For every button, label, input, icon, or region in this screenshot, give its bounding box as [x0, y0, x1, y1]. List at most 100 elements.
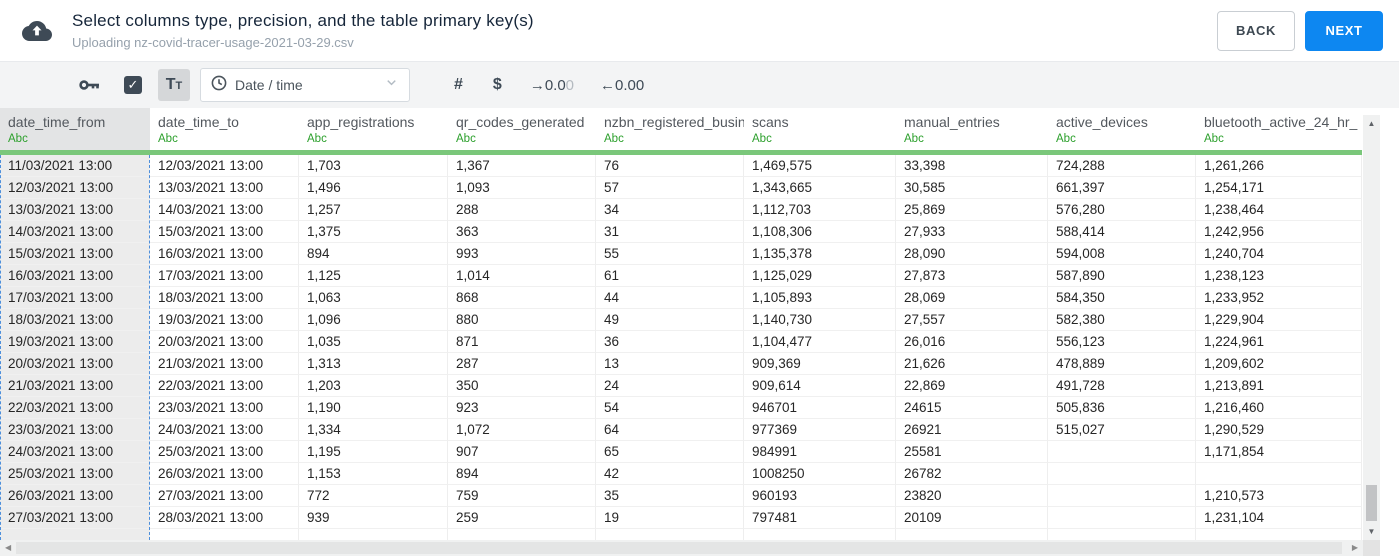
table-cell[interactable]: 1,290,529 [1196, 419, 1362, 441]
table-cell[interactable]: 880 [448, 309, 596, 331]
table-cell[interactable]: 21,626 [896, 353, 1048, 375]
table-cell[interactable]: 36 [596, 331, 744, 353]
table-cell[interactable]: 1,125,029 [744, 265, 896, 287]
table-cell[interactable]: 1,334 [299, 419, 448, 441]
table-cell[interactable]: 1,496 [299, 177, 448, 199]
table-cell[interactable]: 1,224,961 [1196, 331, 1362, 353]
table-cell[interactable] [1048, 441, 1196, 463]
table-cell[interactable]: 24 [596, 375, 744, 397]
table-cell[interactable]: 350 [448, 375, 596, 397]
table-cell[interactable]: 15/03/2021 13:00 [150, 221, 299, 243]
table-cell[interactable]: 491,728 [1048, 375, 1196, 397]
table-cell[interactable]: 772 [299, 485, 448, 507]
table-cell[interactable]: 1,035 [299, 331, 448, 353]
table-cell[interactable] [1196, 463, 1362, 485]
table-cell[interactable]: 1,257 [299, 199, 448, 221]
table-cell[interactable]: 576,280 [1048, 199, 1196, 221]
table-cell[interactable]: 25581 [896, 441, 1048, 463]
table-cell[interactable]: 868 [448, 287, 596, 309]
table-cell[interactable]: 1,108,306 [744, 221, 896, 243]
table-cell[interactable] [0, 529, 150, 540]
table-cell[interactable]: 21/03/2021 13:00 [150, 353, 299, 375]
table-cell[interactable] [1196, 529, 1362, 540]
table-cell[interactable]: 1,096 [299, 309, 448, 331]
table-cell[interactable]: 17/03/2021 13:00 [0, 287, 150, 309]
table-cell[interactable]: 20109 [896, 507, 1048, 529]
table-cell[interactable]: 34 [596, 199, 744, 221]
table-cell[interactable]: 23/03/2021 13:00 [0, 419, 150, 441]
table-cell[interactable]: 661,397 [1048, 177, 1196, 199]
table-cell[interactable]: 984991 [744, 441, 896, 463]
column-header-app_registrations[interactable]: app_registrations Abc [299, 108, 448, 150]
horizontal-scroll-thumb[interactable] [16, 542, 1342, 554]
back-button[interactable]: BACK [1217, 10, 1295, 51]
table-cell[interactable]: 42 [596, 463, 744, 485]
table-cell[interactable]: 26/03/2021 13:00 [150, 463, 299, 485]
table-cell[interactable]: 26921 [896, 419, 1048, 441]
table-cell[interactable] [896, 529, 1048, 540]
table-cell[interactable]: 1,209,602 [1196, 353, 1362, 375]
table-cell[interactable]: 19/03/2021 13:00 [150, 309, 299, 331]
scroll-up-icon[interactable]: ▲ [1363, 119, 1380, 128]
table-cell[interactable]: 1,104,477 [744, 331, 896, 353]
table-cell[interactable]: 14/03/2021 13:00 [150, 199, 299, 221]
table-cell[interactable]: 894 [448, 463, 596, 485]
table-cell[interactable]: 16/03/2021 13:00 [150, 243, 299, 265]
table-cell[interactable]: 894 [299, 243, 448, 265]
table-cell[interactable]: 1,213,891 [1196, 375, 1362, 397]
table-cell[interactable]: 587,890 [1048, 265, 1196, 287]
table-cell[interactable]: 28/03/2021 13:00 [150, 507, 299, 529]
column-header-date_time_from[interactable]: date_time_from Abc [0, 108, 150, 150]
table-cell[interactable]: 44 [596, 287, 744, 309]
vertical-scroll-thumb[interactable] [1366, 485, 1377, 521]
table-cell[interactable]: 25/03/2021 13:00 [0, 463, 150, 485]
column-header-scans[interactable]: scans Abc [744, 108, 896, 150]
table-cell[interactable]: 1,153 [299, 463, 448, 485]
table-cell[interactable]: 1,343,665 [744, 177, 896, 199]
table-cell[interactable]: 27/03/2021 13:00 [0, 507, 150, 529]
scroll-left-icon[interactable]: ◀ [5, 543, 11, 552]
table-cell[interactable]: 15/03/2021 13:00 [0, 243, 150, 265]
table-cell[interactable]: 1,190 [299, 397, 448, 419]
table-cell[interactable]: 1,238,464 [1196, 199, 1362, 221]
table-cell[interactable]: 1,367 [448, 155, 596, 177]
table-cell[interactable]: 505,836 [1048, 397, 1196, 419]
table-cell[interactable]: 22,869 [896, 375, 1048, 397]
table-cell[interactable]: 24615 [896, 397, 1048, 419]
numeric-type-button[interactable]: # [454, 76, 463, 94]
text-type-button[interactable]: Tt [158, 69, 190, 101]
table-cell[interactable]: 960193 [744, 485, 896, 507]
table-cell[interactable]: 1,313 [299, 353, 448, 375]
table-cell[interactable]: 16/03/2021 13:00 [0, 265, 150, 287]
table-cell[interactable]: 33,398 [896, 155, 1048, 177]
table-cell[interactable]: 1,229,904 [1196, 309, 1362, 331]
table-cell[interactable]: 23820 [896, 485, 1048, 507]
next-button[interactable]: NEXT [1305, 10, 1383, 51]
column-header-active_devices[interactable]: active_devices Abc [1048, 108, 1196, 150]
column-header-qr_codes_generated[interactable]: qr_codes_generated Abc [448, 108, 596, 150]
table-cell[interactable]: 759 [448, 485, 596, 507]
table-cell[interactable]: 11/03/2021 13:00 [0, 155, 150, 177]
table-cell[interactable]: 993 [448, 243, 596, 265]
horizontal-scrollbar[interactable]: ◀ ▶ [0, 540, 1363, 556]
table-cell[interactable]: 1,105,893 [744, 287, 896, 309]
table-cell[interactable]: 17/03/2021 13:00 [150, 265, 299, 287]
currency-type-button[interactable]: $ [493, 76, 502, 94]
table-cell[interactable]: 26/03/2021 13:00 [0, 485, 150, 507]
table-cell[interactable]: 288 [448, 199, 596, 221]
table-cell[interactable]: 13 [596, 353, 744, 375]
scroll-down-icon[interactable]: ▼ [1363, 527, 1380, 536]
table-cell[interactable]: 18/03/2021 13:00 [0, 309, 150, 331]
include-column-checkbox[interactable]: ✓ [124, 76, 142, 94]
table-cell[interactable]: 582,380 [1048, 309, 1196, 331]
table-cell[interactable]: 939 [299, 507, 448, 529]
table-cell[interactable]: 19/03/2021 13:00 [0, 331, 150, 353]
table-cell[interactable]: 478,889 [1048, 353, 1196, 375]
table-cell[interactable]: 19 [596, 507, 744, 529]
table-cell[interactable]: 28,069 [896, 287, 1048, 309]
table-cell[interactable]: 49 [596, 309, 744, 331]
column-header-date_time_to[interactable]: date_time_to Abc [150, 108, 299, 150]
table-cell[interactable]: 54 [596, 397, 744, 419]
table-cell[interactable]: 909,614 [744, 375, 896, 397]
table-cell[interactable]: 1,072 [448, 419, 596, 441]
